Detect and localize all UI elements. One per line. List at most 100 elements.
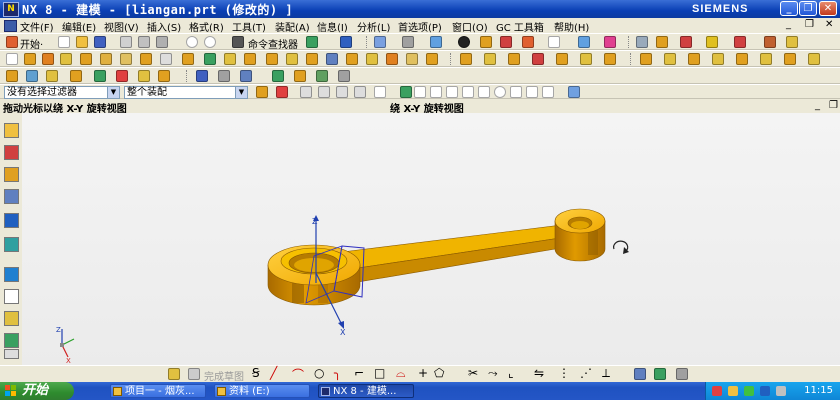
history-icon[interactable] bbox=[4, 237, 19, 252]
end-point-icon[interactable] bbox=[414, 86, 426, 98]
orient-view-icon[interactable] bbox=[578, 36, 590, 48]
sketch-icon[interactable] bbox=[168, 368, 180, 380]
menu-window[interactable]: 窗口(O) bbox=[452, 19, 488, 34]
playback-icon[interactable] bbox=[240, 70, 252, 82]
zoom-icon[interactable] bbox=[402, 36, 414, 48]
move-feature-icon[interactable] bbox=[46, 70, 58, 82]
move-face-icon[interactable] bbox=[556, 53, 568, 65]
part-navigator-icon[interactable] bbox=[4, 167, 19, 182]
selection-icon[interactable] bbox=[306, 36, 318, 48]
menu-help[interactable]: 帮助(H) bbox=[554, 19, 589, 34]
mid-point-icon[interactable] bbox=[430, 86, 442, 98]
law-extension-icon[interactable] bbox=[760, 53, 772, 65]
volume-icon[interactable] bbox=[760, 386, 770, 396]
unite-icon[interactable] bbox=[204, 53, 216, 65]
control-point-icon[interactable] bbox=[446, 86, 458, 98]
menu-tools[interactable]: 工具(T) bbox=[232, 19, 266, 34]
reuse-library-icon[interactable] bbox=[4, 189, 19, 204]
restore-button[interactable]: ❐ bbox=[799, 1, 817, 16]
new-file-icon[interactable] bbox=[58, 36, 70, 48]
mirror-icon[interactable] bbox=[386, 53, 398, 65]
intersection-point-icon[interactable] bbox=[462, 86, 474, 98]
part-close-button[interactable]: ✕ bbox=[825, 19, 833, 30]
point-on-face-icon[interactable] bbox=[542, 86, 554, 98]
constraint-navigator-icon[interactable] bbox=[4, 145, 19, 160]
offset-face-icon[interactable] bbox=[460, 53, 472, 65]
studio-surface-icon[interactable] bbox=[808, 53, 820, 65]
tube-icon[interactable] bbox=[688, 53, 700, 65]
face-rule-icon[interactable] bbox=[318, 86, 330, 98]
system-scene-icon[interactable] bbox=[4, 349, 19, 359]
block-icon[interactable] bbox=[182, 53, 194, 65]
show-icon[interactable] bbox=[706, 36, 718, 48]
save-icon[interactable] bbox=[94, 36, 106, 48]
groove-icon[interactable] bbox=[160, 53, 172, 65]
pattern-icon[interactable] bbox=[366, 53, 378, 65]
web-browser-icon[interactable] bbox=[4, 213, 19, 228]
point-icon[interactable]: + bbox=[418, 366, 428, 380]
quick-extend-icon[interactable]: ⤳ bbox=[488, 366, 498, 381]
menu-insert[interactable]: 插入(S) bbox=[147, 19, 181, 34]
background-icon[interactable] bbox=[548, 36, 560, 48]
swept-icon[interactable] bbox=[664, 53, 676, 65]
edges-icon[interactable] bbox=[480, 36, 492, 48]
hole-icon[interactable] bbox=[60, 53, 72, 65]
selection-scope-dropdown[interactable]: 整个装配 ▼ bbox=[124, 86, 248, 99]
suppress-feature-icon[interactable] bbox=[116, 70, 128, 82]
usb-icon[interactable] bbox=[776, 386, 786, 396]
existing-point-icon[interactable] bbox=[510, 86, 522, 98]
quadrant-point-icon[interactable] bbox=[494, 86, 506, 98]
input-method-icon[interactable] bbox=[728, 386, 738, 396]
display-constraints-icon[interactable] bbox=[676, 368, 688, 380]
taskbar-item-folder[interactable]: 项目一 - 烟灰... bbox=[110, 384, 206, 398]
offset-curve-icon[interactable]: ⬠ bbox=[434, 366, 444, 380]
wcs-icon[interactable] bbox=[656, 36, 668, 48]
graphics-window[interactable]: Z X Z X bbox=[22, 113, 840, 365]
snap-icon[interactable] bbox=[340, 36, 352, 48]
shaded-icon[interactable] bbox=[458, 36, 470, 48]
remove-parameters-icon[interactable] bbox=[158, 70, 170, 82]
expression-icon[interactable] bbox=[196, 70, 208, 82]
intersect-icon[interactable] bbox=[244, 53, 256, 65]
synchronous-icon[interactable] bbox=[294, 70, 306, 82]
redo-icon[interactable] bbox=[204, 36, 216, 48]
network-icon[interactable] bbox=[744, 386, 754, 396]
cue-minimize-button[interactable]: _ bbox=[815, 100, 820, 111]
command-finder-button[interactable]: 命令查找器 bbox=[248, 36, 298, 51]
cue-restore-button[interactable]: ❐ bbox=[829, 100, 838, 111]
nx-app-icon[interactable]: N bbox=[3, 2, 19, 17]
revolve-icon[interactable] bbox=[42, 53, 54, 65]
edit-positioning-icon[interactable] bbox=[26, 70, 38, 82]
rectangle-icon[interactable]: □ bbox=[374, 366, 385, 380]
derived-line-icon[interactable]: ⋰ bbox=[580, 366, 592, 380]
extrude-icon[interactable] bbox=[24, 53, 36, 65]
hide-icon[interactable] bbox=[680, 36, 692, 48]
antivirus-icon[interactable] bbox=[712, 386, 722, 396]
menu-file[interactable]: 文件(F) bbox=[20, 19, 54, 34]
reorder-feature-icon[interactable] bbox=[70, 70, 82, 82]
pad-icon[interactable] bbox=[120, 53, 132, 65]
point-on-curve-icon[interactable] bbox=[526, 86, 538, 98]
start-menu-button[interactable]: 开始· bbox=[20, 36, 43, 51]
rotate-icon[interactable] bbox=[430, 36, 442, 48]
arc-center-icon[interactable] bbox=[478, 86, 490, 98]
process-studio-icon[interactable] bbox=[4, 289, 19, 304]
menu-edit[interactable]: 编辑(E) bbox=[62, 19, 96, 34]
menu-analysis[interactable]: 分析(L) bbox=[357, 19, 390, 34]
profile-icon[interactable]: Ꞩ bbox=[252, 366, 260, 380]
system-materials-icon[interactable] bbox=[4, 267, 19, 282]
constraints-icon[interactable] bbox=[634, 368, 646, 380]
update-icon[interactable] bbox=[218, 70, 230, 82]
mirror-curve-icon[interactable]: ⇋ bbox=[534, 366, 544, 380]
resize-face-icon[interactable] bbox=[604, 53, 616, 65]
project-curve-icon[interactable]: ⟂ bbox=[602, 366, 610, 381]
auto-constrain-icon[interactable] bbox=[654, 368, 666, 380]
view-triad-icon[interactable] bbox=[568, 86, 580, 98]
general-selection-icon[interactable] bbox=[256, 86, 268, 98]
spreadsheet-icon[interactable] bbox=[316, 70, 328, 82]
part-window-icon[interactable] bbox=[4, 20, 17, 32]
thicken-icon[interactable] bbox=[484, 53, 496, 65]
fit-view-icon[interactable] bbox=[374, 36, 386, 48]
cut-icon[interactable] bbox=[120, 36, 132, 48]
split-body-icon[interactable] bbox=[426, 53, 438, 65]
